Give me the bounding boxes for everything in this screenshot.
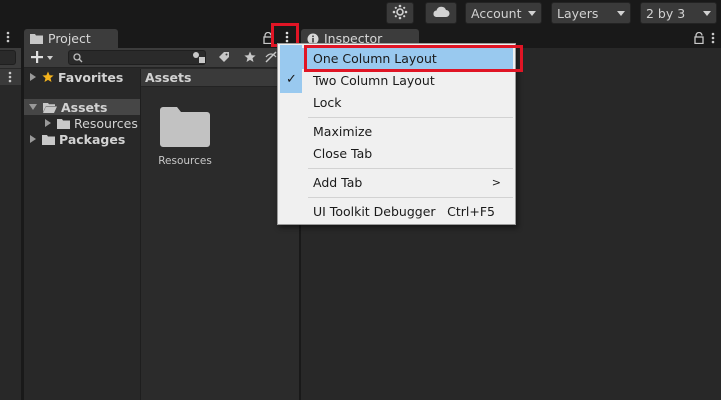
tree-label: Favorites bbox=[58, 69, 124, 85]
menu-divider bbox=[308, 117, 513, 118]
menu-item-add-tab[interactable]: Add Tab > bbox=[280, 172, 513, 193]
cloud-icon bbox=[432, 6, 450, 21]
favorites-filter-button[interactable] bbox=[239, 50, 261, 66]
folder-icon bbox=[155, 107, 215, 150]
chevron-down-icon bbox=[617, 11, 625, 16]
menu-item-maximize[interactable]: Maximize bbox=[280, 121, 513, 142]
menu-item-ui-toolkit-debugger[interactable]: UI Toolkit Debugger Ctrl+F5 bbox=[280, 201, 513, 222]
tree-label: Packages bbox=[59, 131, 126, 147]
layers-dropdown[interactable]: Layers bbox=[551, 2, 631, 24]
menu-item-label: Two Column Layout bbox=[313, 73, 435, 88]
folder-open-icon bbox=[43, 102, 57, 113]
account-label: Account bbox=[471, 5, 522, 21]
assets-view: Assets Resources bbox=[141, 69, 299, 400]
more-options-icon[interactable] bbox=[711, 32, 715, 47]
collab-icon bbox=[392, 4, 408, 23]
tree-item-packages[interactable]: Packages bbox=[24, 131, 140, 147]
shapes-icon bbox=[192, 51, 206, 66]
chevron-down-icon bbox=[29, 104, 37, 110]
folder-icon bbox=[30, 33, 43, 44]
stub-tabbar bbox=[0, 28, 21, 48]
project-panel: Project Favorites Assets Resources Packa… bbox=[24, 28, 299, 400]
more-options-icon[interactable] bbox=[6, 31, 10, 46]
search-input[interactable] bbox=[68, 50, 206, 65]
star-icon bbox=[244, 51, 256, 66]
menu-item-close-tab[interactable]: Close Tab bbox=[280, 143, 513, 164]
stub-scene-row[interactable] bbox=[0, 69, 21, 85]
account-dropdown[interactable]: Account bbox=[465, 2, 542, 24]
collab-button[interactable] bbox=[386, 2, 414, 24]
more-options-icon[interactable] bbox=[8, 71, 12, 86]
search-by-type-button[interactable] bbox=[188, 50, 210, 66]
menu-item-label: UI Toolkit Debugger bbox=[313, 204, 436, 219]
folder-icon bbox=[57, 118, 70, 129]
tab-project-label: Project bbox=[48, 31, 91, 46]
layout-label: 2 by 3 bbox=[646, 5, 686, 21]
chevron-right-icon bbox=[45, 119, 51, 127]
lock-icon[interactable] bbox=[694, 31, 704, 47]
folder-tree: Favorites Assets Resources Packages bbox=[24, 69, 141, 400]
menu-item-label: Close Tab bbox=[313, 146, 373, 161]
layers-label: Layers bbox=[557, 5, 599, 21]
cloud-button[interactable] bbox=[425, 2, 457, 24]
search-by-label-button[interactable] bbox=[213, 50, 235, 66]
chevron-down-icon bbox=[703, 11, 711, 16]
star-icon bbox=[42, 71, 54, 83]
tree-item-favorites[interactable]: Favorites bbox=[24, 69, 140, 85]
tree-item-assets[interactable]: Assets bbox=[24, 99, 140, 115]
menu-divider bbox=[308, 168, 513, 169]
menu-item-lock[interactable]: Lock bbox=[280, 92, 513, 113]
chevron-down-icon bbox=[47, 56, 53, 60]
folder-icon bbox=[42, 134, 55, 145]
tab-project[interactable]: Project bbox=[24, 29, 118, 48]
plus-icon bbox=[30, 50, 44, 67]
chevron-right-icon: > bbox=[491, 176, 501, 189]
annotation-highlight-box bbox=[304, 45, 523, 72]
layout-dropdown[interactable]: 2 by 3 bbox=[640, 2, 717, 24]
menu-divider bbox=[308, 197, 513, 198]
assets-breadcrumb: Assets bbox=[141, 69, 299, 87]
hidden-packages-button[interactable] bbox=[264, 50, 278, 66]
stub-toolbar bbox=[0, 48, 21, 68]
search-icon bbox=[73, 52, 83, 66]
main-toolbar: Account Layers 2 by 3 bbox=[0, 0, 721, 28]
tree-label: Assets bbox=[61, 99, 108, 115]
project-toolbar bbox=[24, 48, 299, 68]
menu-item-label: Maximize bbox=[313, 124, 373, 139]
asset-label: Resources bbox=[158, 155, 212, 167]
menu-item-two-column-layout[interactable]: ✓ Two Column Layout bbox=[280, 70, 513, 91]
menu-item-label: Lock bbox=[313, 95, 342, 110]
hierarchy-panel-stub bbox=[0, 28, 21, 400]
chevron-right-icon bbox=[30, 73, 36, 81]
tree-label: Resources bbox=[74, 115, 138, 131]
create-button[interactable] bbox=[30, 49, 60, 67]
eye-slash-icon bbox=[265, 50, 277, 66]
tree-item-resources[interactable]: Resources bbox=[24, 115, 140, 131]
chevron-right-icon bbox=[30, 135, 36, 143]
check-icon: ✓ bbox=[286, 72, 297, 87]
menu-item-label: Add Tab bbox=[313, 175, 363, 190]
tag-icon bbox=[218, 51, 230, 66]
menu-item-shortcut: Ctrl+F5 bbox=[447, 204, 495, 219]
stub-search-input[interactable] bbox=[0, 50, 16, 65]
asset-folder-resources[interactable]: Resources bbox=[155, 107, 215, 167]
project-tabbar: Project bbox=[24, 28, 299, 48]
chevron-down-icon bbox=[528, 11, 536, 16]
